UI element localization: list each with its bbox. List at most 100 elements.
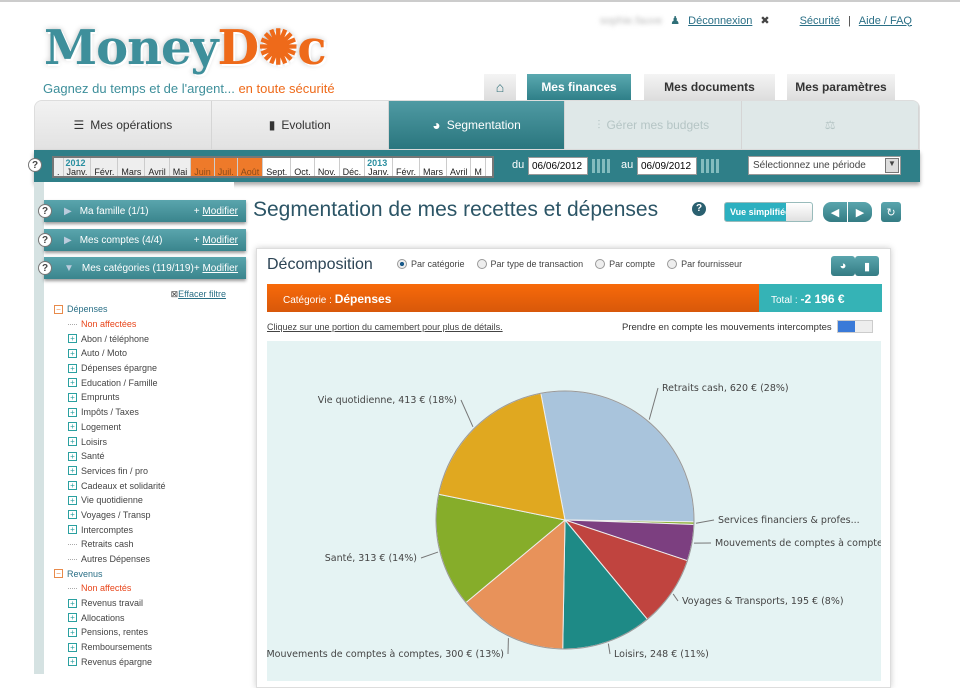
month-cell[interactable]: Nov. — [315, 158, 340, 176]
month-cell[interactable]: M — [471, 158, 486, 176]
pie-slice[interactable] — [541, 391, 694, 522]
month-cell[interactable]: Août — [238, 158, 264, 176]
month-cell[interactable]: 2013Janv. — [365, 158, 393, 176]
expand-icon[interactable]: + — [68, 496, 77, 505]
help-link[interactable]: Aide / FAQ — [859, 15, 912, 27]
logo[interactable]: MoneyD✺c — [44, 20, 326, 76]
nav-gerer-budgets[interactable]: ⫶Gérer mes budgets — [565, 101, 742, 149]
tree-item[interactable]: −Dépenses — [54, 302, 166, 317]
radio-icon[interactable] — [477, 259, 487, 269]
month-cell[interactable]: Avril — [145, 158, 169, 176]
refresh-button[interactable]: ↻ — [881, 202, 901, 222]
modify-link[interactable]: Modifier — [202, 263, 238, 274]
expand-icon[interactable]: + — [68, 628, 77, 637]
expand-icon[interactable]: + — [68, 364, 77, 373]
help-icon[interactable]: ? — [38, 233, 52, 247]
pie-hint-link[interactable]: Cliquez sur une portion du camembert pou… — [267, 322, 503, 332]
tab-mes-parametres[interactable]: Mes paramètres — [787, 74, 895, 100]
tree-item[interactable]: +Vie quotidienne — [54, 493, 166, 508]
tree-item[interactable]: +Intercomptes — [54, 522, 166, 537]
month-cell[interactable]: 2012Janv. — [64, 158, 92, 176]
month-cell[interactable]: Mai — [170, 158, 192, 176]
tree-item[interactable]: Non affectées — [54, 317, 166, 332]
tree-item[interactable]: +Voyages / Transp — [54, 508, 166, 523]
tree-item[interactable]: Autres Dépenses — [54, 552, 166, 567]
month-slider[interactable]: .2012Janv.Févr.MarsAvrilMaiJuinJuil.Août… — [52, 156, 494, 178]
month-cell[interactable]: Févr. — [91, 158, 118, 176]
expand-icon[interactable]: + — [68, 525, 77, 534]
clear-filter[interactable]: ⊠Effacer filtre — [171, 289, 226, 300]
panel-ma-famille[interactable]: ?▶Ma famille (1/1)+ Modifier — [44, 200, 246, 222]
expand-icon[interactable]: + — [68, 334, 77, 343]
tree-item[interactable]: +Impôts / Taxes — [54, 405, 166, 420]
pie-chart[interactable]: Retraits cash, 620 € (28%)Services finan… — [267, 341, 881, 681]
date-from-input[interactable] — [528, 157, 588, 175]
help-icon[interactable]: ? — [692, 202, 706, 216]
pie-view-button[interactable]: ◕ — [831, 256, 855, 276]
month-cell[interactable]: Mars — [118, 158, 145, 176]
month-cell[interactable]: Juil. — [215, 158, 238, 176]
tree-item[interactable]: +Auto / Moto — [54, 346, 166, 361]
intercompte-toggle[interactable] — [837, 320, 873, 333]
radio-option[interactable]: Par compte — [595, 259, 655, 269]
radio-option[interactable]: Par type de transaction — [477, 259, 584, 269]
radio-option[interactable]: Par catégorie — [397, 259, 465, 269]
tree-item[interactable]: +Remboursements — [54, 640, 166, 655]
tree-item[interactable]: +Revenus épargne — [54, 655, 166, 670]
logout-link[interactable]: Déconnexion — [688, 15, 752, 27]
bar-view-button[interactable]: ▮ — [855, 256, 879, 276]
nav-mes-operations[interactable]: ☰Mes opérations — [35, 101, 212, 149]
expand-icon[interactable]: + — [68, 657, 77, 666]
tree-item[interactable]: +Abon / téléphone — [54, 331, 166, 346]
month-cell[interactable]: Sept. — [263, 158, 291, 176]
radio-option[interactable]: Par fournisseur — [667, 259, 742, 269]
tab-mes-documents[interactable]: Mes documents — [644, 74, 775, 100]
expand-icon[interactable]: + — [68, 452, 77, 461]
expand-icon[interactable]: + — [68, 510, 77, 519]
tree-item[interactable]: Non affectés — [54, 581, 166, 596]
month-cell[interactable]: Mars — [420, 158, 447, 176]
help-icon[interactable]: ? — [38, 204, 52, 218]
radio-icon[interactable] — [397, 259, 407, 269]
simple-view-toggle[interactable]: Vue simplifiée — [724, 202, 813, 222]
expand-icon[interactable]: + — [68, 349, 77, 358]
month-cell[interactable]: Juin — [191, 158, 215, 176]
tree-item[interactable]: Retraits cash — [54, 537, 166, 552]
tree-item[interactable]: +Pensions, rentes — [54, 625, 166, 640]
expand-icon[interactable]: + — [68, 422, 77, 431]
tree-item[interactable]: +Loisirs — [54, 434, 166, 449]
calendar-icon[interactable] — [592, 159, 612, 173]
month-cell[interactable]: Déc. — [340, 158, 366, 176]
security-link[interactable]: Sécurité — [800, 15, 840, 27]
month-cell[interactable]: . — [54, 158, 64, 176]
modify-link[interactable]: Modifier — [202, 235, 238, 246]
calendar-icon[interactable] — [701, 159, 721, 173]
expand-icon[interactable]: + — [68, 643, 77, 652]
expand-icon[interactable]: + — [68, 408, 77, 417]
nav-compare[interactable]: ⚖ — [742, 101, 919, 149]
expand-icon[interactable]: + — [68, 466, 77, 475]
home-button[interactable]: ⌂ — [484, 74, 516, 100]
period-select[interactable]: Sélectionnez une période▼ — [748, 156, 901, 175]
nav-evolution[interactable]: ▮Evolution — [212, 101, 389, 149]
collapse-icon[interactable]: − — [54, 569, 63, 578]
nav-segmentation[interactable]: ◕Segmentation — [389, 101, 566, 149]
help-icon[interactable]: ? — [28, 158, 42, 172]
month-cell[interactable]: Avril — [447, 158, 471, 176]
tree-item[interactable]: +Cadeaux et solidarité — [54, 478, 166, 493]
month-cell[interactable]: Oct. — [291, 158, 315, 176]
help-icon[interactable]: ? — [38, 261, 52, 275]
tree-item[interactable]: +Dépenses épargne — [54, 361, 166, 376]
panel-mes-categories[interactable]: ?▼Mes catégories (119/119)+ Modifier — [44, 257, 246, 279]
month-cell[interactable]: Févr. — [393, 158, 420, 176]
date-to-input[interactable] — [637, 157, 697, 175]
radio-icon[interactable] — [667, 259, 677, 269]
expand-icon[interactable]: + — [68, 437, 77, 446]
modify-link[interactable]: Modifier — [202, 206, 238, 217]
tree-item[interactable]: +Allocations — [54, 610, 166, 625]
tree-item[interactable]: +Education / Famille — [54, 375, 166, 390]
tab-mes-finances[interactable]: Mes finances — [527, 74, 631, 100]
collapse-icon[interactable]: − — [54, 305, 63, 314]
expand-icon[interactable]: + — [68, 481, 77, 490]
tree-item[interactable]: +Santé — [54, 449, 166, 464]
